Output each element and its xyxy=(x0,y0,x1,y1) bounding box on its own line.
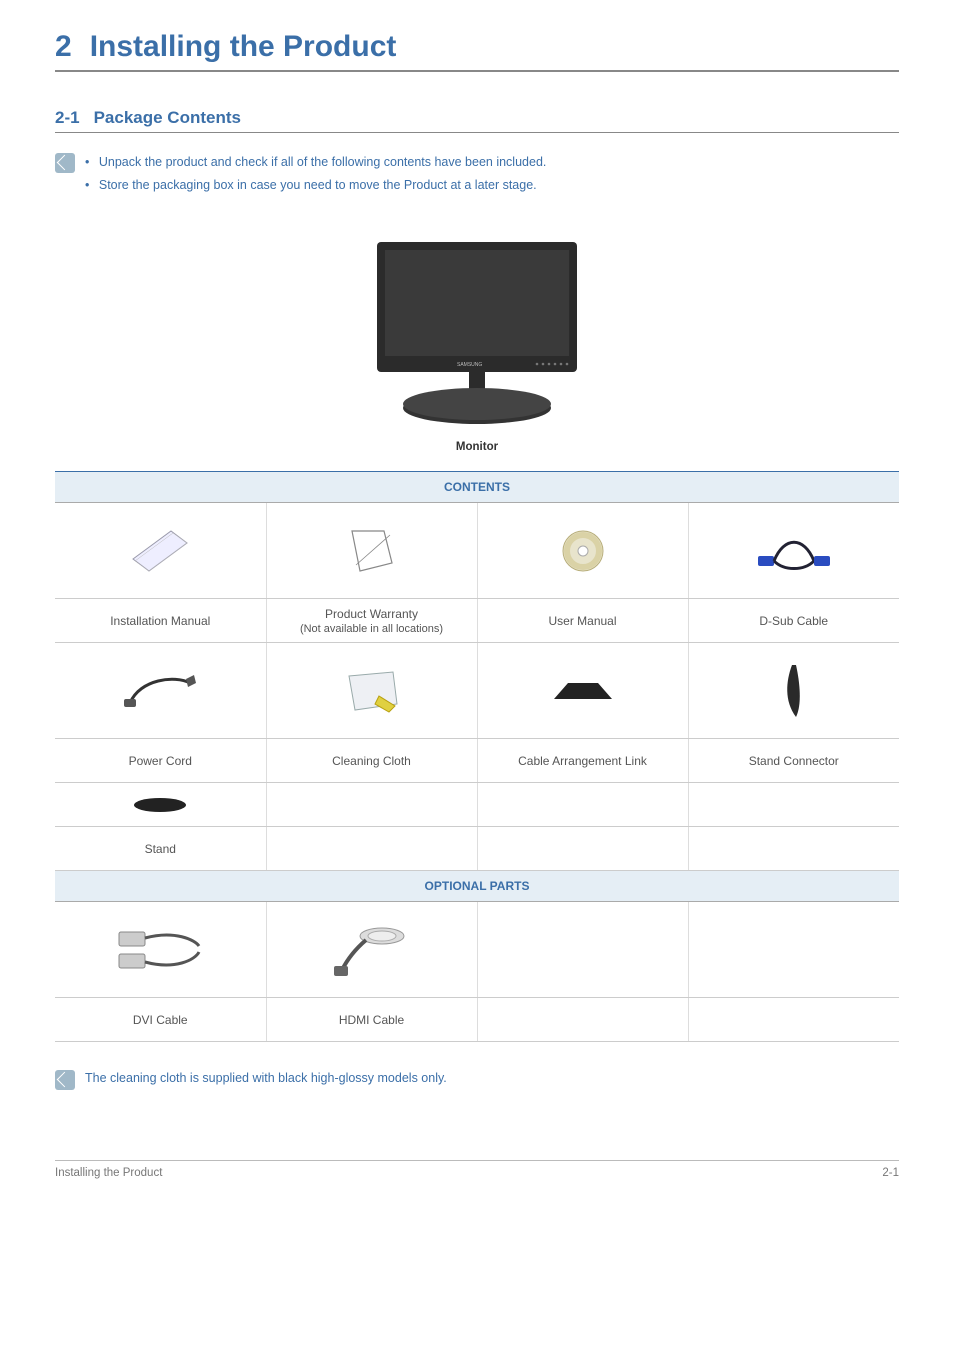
cell-installation-manual-label: Installation Manual xyxy=(55,599,266,643)
note-icon xyxy=(55,153,75,173)
chapter-number: 2 xyxy=(55,30,72,63)
cell-cable-link-label: Cable Arrangement Link xyxy=(477,739,688,783)
empty-cell xyxy=(688,902,899,998)
empty-cell xyxy=(688,827,899,871)
cell-dsub-cable-img xyxy=(688,503,899,599)
svg-text:SAMSUNG: SAMSUNG xyxy=(457,362,482,368)
cell-stand-connector-img xyxy=(688,643,899,739)
cell-user-manual-label: User Manual xyxy=(477,599,688,643)
dsub-cable-icon xyxy=(754,526,834,576)
note-text: The cleaning cloth is supplied with blac… xyxy=(85,1068,447,1088)
monitor-icon: SAMSUNG xyxy=(357,236,597,426)
chapter-title: 2 Installing the Product xyxy=(55,30,899,72)
cell-warranty-img xyxy=(266,503,477,599)
cell-power-cord-label: Power Cord xyxy=(55,739,266,783)
warranty-label-line2: (Not available in all locations) xyxy=(300,623,443,635)
cell-dvi-cable-label: DVI Cable xyxy=(55,998,266,1042)
stand-connector-icon xyxy=(774,661,814,721)
warranty-label-line1: Product Warranty xyxy=(325,607,418,621)
dvi-cable-icon xyxy=(115,926,205,974)
disc-icon xyxy=(557,525,609,577)
table-header-optional: OPTIONAL PARTS xyxy=(55,871,899,902)
monitor-caption: Monitor xyxy=(55,441,899,453)
power-cord-icon xyxy=(120,669,200,713)
contents-table: CONTENTS xyxy=(55,471,899,1042)
empty-cell xyxy=(688,998,899,1042)
monitor-figure: SAMSUNG Monitor xyxy=(55,236,899,453)
hdmi-cable-icon xyxy=(332,922,412,978)
note-icon xyxy=(55,1070,75,1090)
section-number: 2-1 xyxy=(55,108,80,127)
table-header-contents: CONTENTS xyxy=(55,472,899,503)
cell-hdmi-cable-img xyxy=(266,902,477,998)
empty-cell xyxy=(477,998,688,1042)
warranty-icon xyxy=(344,525,400,577)
cable-link-icon xyxy=(548,675,618,707)
cell-dsub-cable-label: D-Sub Cable xyxy=(688,599,899,643)
stand-icon xyxy=(128,795,192,815)
cell-user-manual-img xyxy=(477,503,688,599)
chapter-name: Installing the Product xyxy=(90,30,397,63)
note-block: Unpack the product and check if all of t… xyxy=(55,151,899,196)
cell-stand-connector-label: Stand Connector xyxy=(688,739,899,783)
cell-cleaning-cloth-img xyxy=(266,643,477,739)
note-item: Store the packaging box in case you need… xyxy=(85,174,546,197)
page-footer: Installing the Product 2-1 xyxy=(55,1160,899,1179)
cell-stand-label: Stand xyxy=(55,827,266,871)
note-item: Unpack the product and check if all of t… xyxy=(85,151,546,174)
empty-cell xyxy=(477,902,688,998)
cell-warranty-label: Product Warranty (Not available in all l… xyxy=(266,599,477,643)
empty-cell xyxy=(688,783,899,827)
empty-cell xyxy=(477,827,688,871)
empty-cell xyxy=(477,783,688,827)
section-title: 2-1 Package Contents xyxy=(55,108,899,133)
empty-cell xyxy=(266,783,477,827)
manual-icon xyxy=(127,525,193,577)
cell-cable-link-img xyxy=(477,643,688,739)
cell-installation-manual-img xyxy=(55,503,266,599)
cell-stand-img xyxy=(55,783,266,827)
footer-left: Installing the Product xyxy=(55,1167,162,1179)
note-list: Unpack the product and check if all of t… xyxy=(85,151,546,196)
note-block: The cleaning cloth is supplied with blac… xyxy=(55,1068,899,1090)
cell-dvi-cable-img xyxy=(55,902,266,998)
cell-cleaning-cloth-label: Cleaning Cloth xyxy=(266,739,477,783)
empty-cell xyxy=(266,827,477,871)
section-name: Package Contents xyxy=(94,108,241,127)
footer-right: 2-1 xyxy=(882,1167,899,1179)
cell-hdmi-cable-label: HDMI Cable xyxy=(266,998,477,1042)
cloth-icon xyxy=(339,666,405,716)
cell-power-cord-img xyxy=(55,643,266,739)
